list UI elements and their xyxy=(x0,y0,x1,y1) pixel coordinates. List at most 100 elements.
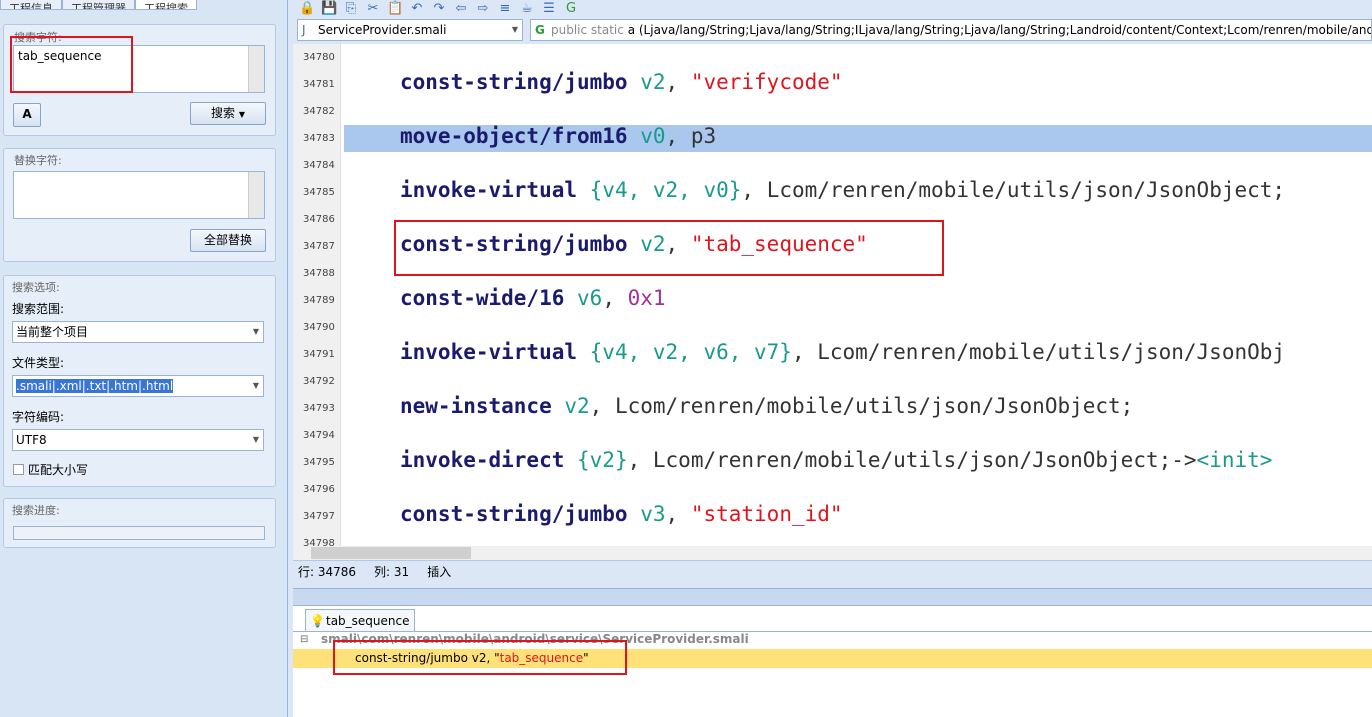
opcode: new-instance xyxy=(400,394,552,418)
results-tab[interactable]: 💡 tab_sequence xyxy=(305,609,415,631)
line-number: 34796 xyxy=(303,484,335,495)
code-line: invoke-virtual {v4, v2, v6, v7}, Lcom/re… xyxy=(400,340,1285,364)
format-icon[interactable]: ≡ xyxy=(497,1,513,17)
chevron-down-icon: ▼ xyxy=(252,327,259,336)
line-number: 34782 xyxy=(303,106,335,117)
comma: , xyxy=(791,340,818,364)
cut-icon[interactable]: ✂ xyxy=(365,1,381,17)
search-input[interactable]: tab_sequence xyxy=(13,45,265,93)
status-row: 行: 34786 xyxy=(298,565,357,579)
match-case-checkbox[interactable]: 匹配大小写 xyxy=(13,461,88,478)
result-match-row[interactable]: const-string/jumbo v2, "tab_sequence" xyxy=(293,649,1372,668)
code-line: invoke-direct {v2}, Lcom/renren/mobile/u… xyxy=(400,448,1272,472)
file-type-select[interactable]: .smali|.xml|.txt|.htm|.html ▼ xyxy=(12,375,264,397)
opcode: const-string/jumbo xyxy=(400,232,628,256)
line-number: 34795 xyxy=(303,457,335,468)
match-suffix: " xyxy=(583,651,589,665)
opcode: invoke-virtual xyxy=(400,178,578,202)
method-select[interactable]: G public static a (Ljava/lang/String;Lja… xyxy=(530,19,1372,41)
match-hit: tab_sequence xyxy=(499,651,584,665)
tab-project-search[interactable]: 工程搜索 xyxy=(135,0,197,10)
register: v2 xyxy=(627,232,666,256)
file-type-label: 文件类型: xyxy=(12,356,65,370)
copy-icon[interactable]: ⎘ xyxy=(343,1,359,17)
result-file-path[interactable]: smali\com\renren\mobile\android\service\… xyxy=(321,632,749,646)
register-list: {v2} xyxy=(564,448,628,472)
opcode: invoke-direct xyxy=(400,448,565,472)
undo-icon[interactable]: ↶ xyxy=(409,1,425,17)
file-select[interactable]: J ServiceProvider.smali ▼ xyxy=(297,19,523,41)
replace-all-button[interactable]: 全部替换 xyxy=(190,229,266,252)
search-options-label: 搜索选项: xyxy=(12,281,60,294)
file-name: ServiceProvider.smali xyxy=(318,23,447,37)
line-number: 34784 xyxy=(303,160,335,171)
save-icon[interactable]: 💾 xyxy=(321,1,337,17)
code-line: const-string/jumbo v2, "verifycode" xyxy=(400,70,843,94)
method-signature: a (Ljava/lang/String;Ljava/lang/String;I… xyxy=(627,23,1372,37)
forward-icon[interactable]: ⇨ xyxy=(475,1,491,17)
method-modifier: public static xyxy=(551,23,624,37)
line-number: 34792 xyxy=(303,376,335,387)
comma: , xyxy=(665,70,691,94)
back-icon[interactable]: ⇦ xyxy=(453,1,469,17)
align-icon[interactable]: ☰ xyxy=(541,1,557,17)
status-mode: 插入 xyxy=(427,565,452,579)
search-button[interactable]: 搜索 ▼ xyxy=(190,102,266,125)
status-col: 列: 31 xyxy=(374,565,410,579)
replace-input[interactable] xyxy=(13,171,265,219)
string-literal: "tab_sequence" xyxy=(690,232,868,256)
code-line: const-string/jumbo v3, "station_id" xyxy=(400,502,843,526)
search-button-label: 搜索 xyxy=(211,106,236,120)
class-icon[interactable]: G xyxy=(563,1,579,17)
collapse-icon[interactable]: ⊟ xyxy=(300,634,308,645)
register: v2 xyxy=(627,70,666,94)
line-number: 34781 xyxy=(303,79,335,90)
operand: Lcom/renren/mobile/utils/json/JsonObject… xyxy=(652,448,1197,472)
encoding-select[interactable]: UTF8 ▼ xyxy=(12,429,264,451)
opcode: const-string/jumbo xyxy=(400,502,628,526)
line-number: 34798 xyxy=(303,538,335,546)
font-size-icon[interactable]: A xyxy=(13,103,41,127)
line-number: 34789 xyxy=(303,295,335,306)
code-editor[interactable]: 34780 34781 34782 34783 34784 34785 34786 34787… xyxy=(293,44,1372,546)
encoding-label: 字符编码: xyxy=(12,410,65,424)
opcode: invoke-virtual xyxy=(400,340,578,364)
init-name: <init> xyxy=(1196,448,1273,472)
project-search-panel: 工程信息 工程管理器 工程搜索 搜索字符: tab_sequence A 搜索 … xyxy=(0,0,288,717)
search-group: 搜索字符: tab_sequence A 搜索 ▼ xyxy=(3,24,276,136)
line-number: 34783 xyxy=(303,133,335,144)
search-input-scrollbar[interactable] xyxy=(248,46,264,92)
register: v6 xyxy=(564,286,603,310)
opcode: const-string/jumbo xyxy=(400,70,628,94)
register: v2 xyxy=(551,394,590,418)
line-number: 34780 xyxy=(303,52,335,63)
comma: , xyxy=(665,124,691,148)
lock-icon[interactable]: 🔒 xyxy=(299,1,315,17)
code-line: const-string/jumbo v2, "tab_sequence" xyxy=(400,232,868,256)
comma: , xyxy=(589,394,615,418)
results-tab-label: tab_sequence xyxy=(326,614,410,628)
redo-icon[interactable]: ↷ xyxy=(431,1,447,17)
replace-input-scrollbar[interactable] xyxy=(248,172,264,218)
line-number: 34797 xyxy=(303,511,335,522)
replace-group: 替换字符: 全部替换 xyxy=(3,148,276,262)
search-label: 搜索字符: xyxy=(14,31,62,44)
search-results-panel: 💡 tab_sequence ⊟ smali\com\renren\mobile\… xyxy=(293,606,1372,717)
line-number: 34786 xyxy=(303,214,335,225)
file-type-value: .smali|.xml|.txt|.htm|.html xyxy=(16,379,174,393)
chevron-down-icon: ▼ xyxy=(511,25,518,34)
comma: , xyxy=(665,232,691,256)
checkbox-box[interactable] xyxy=(13,464,24,475)
code-line: const-wide/16 v6, 0x1 xyxy=(400,286,666,310)
scrollbar-thumb[interactable] xyxy=(311,547,471,559)
opcode: move-object/from16 xyxy=(400,124,628,148)
paste-icon[interactable]: 📋 xyxy=(387,1,403,17)
register: v3 xyxy=(627,502,666,526)
tab-project-info[interactable]: 工程信息 xyxy=(0,0,62,10)
tab-project-manager[interactable]: 工程管理器 xyxy=(62,0,135,10)
comma: , xyxy=(665,502,691,526)
match-case-label: 匹配大小写 xyxy=(28,463,89,477)
horizontal-scrollbar[interactable] xyxy=(293,546,1372,560)
scope-select[interactable]: 当前整个项目 ▼ xyxy=(12,321,264,343)
java-icon[interactable]: ☕ xyxy=(519,1,535,17)
